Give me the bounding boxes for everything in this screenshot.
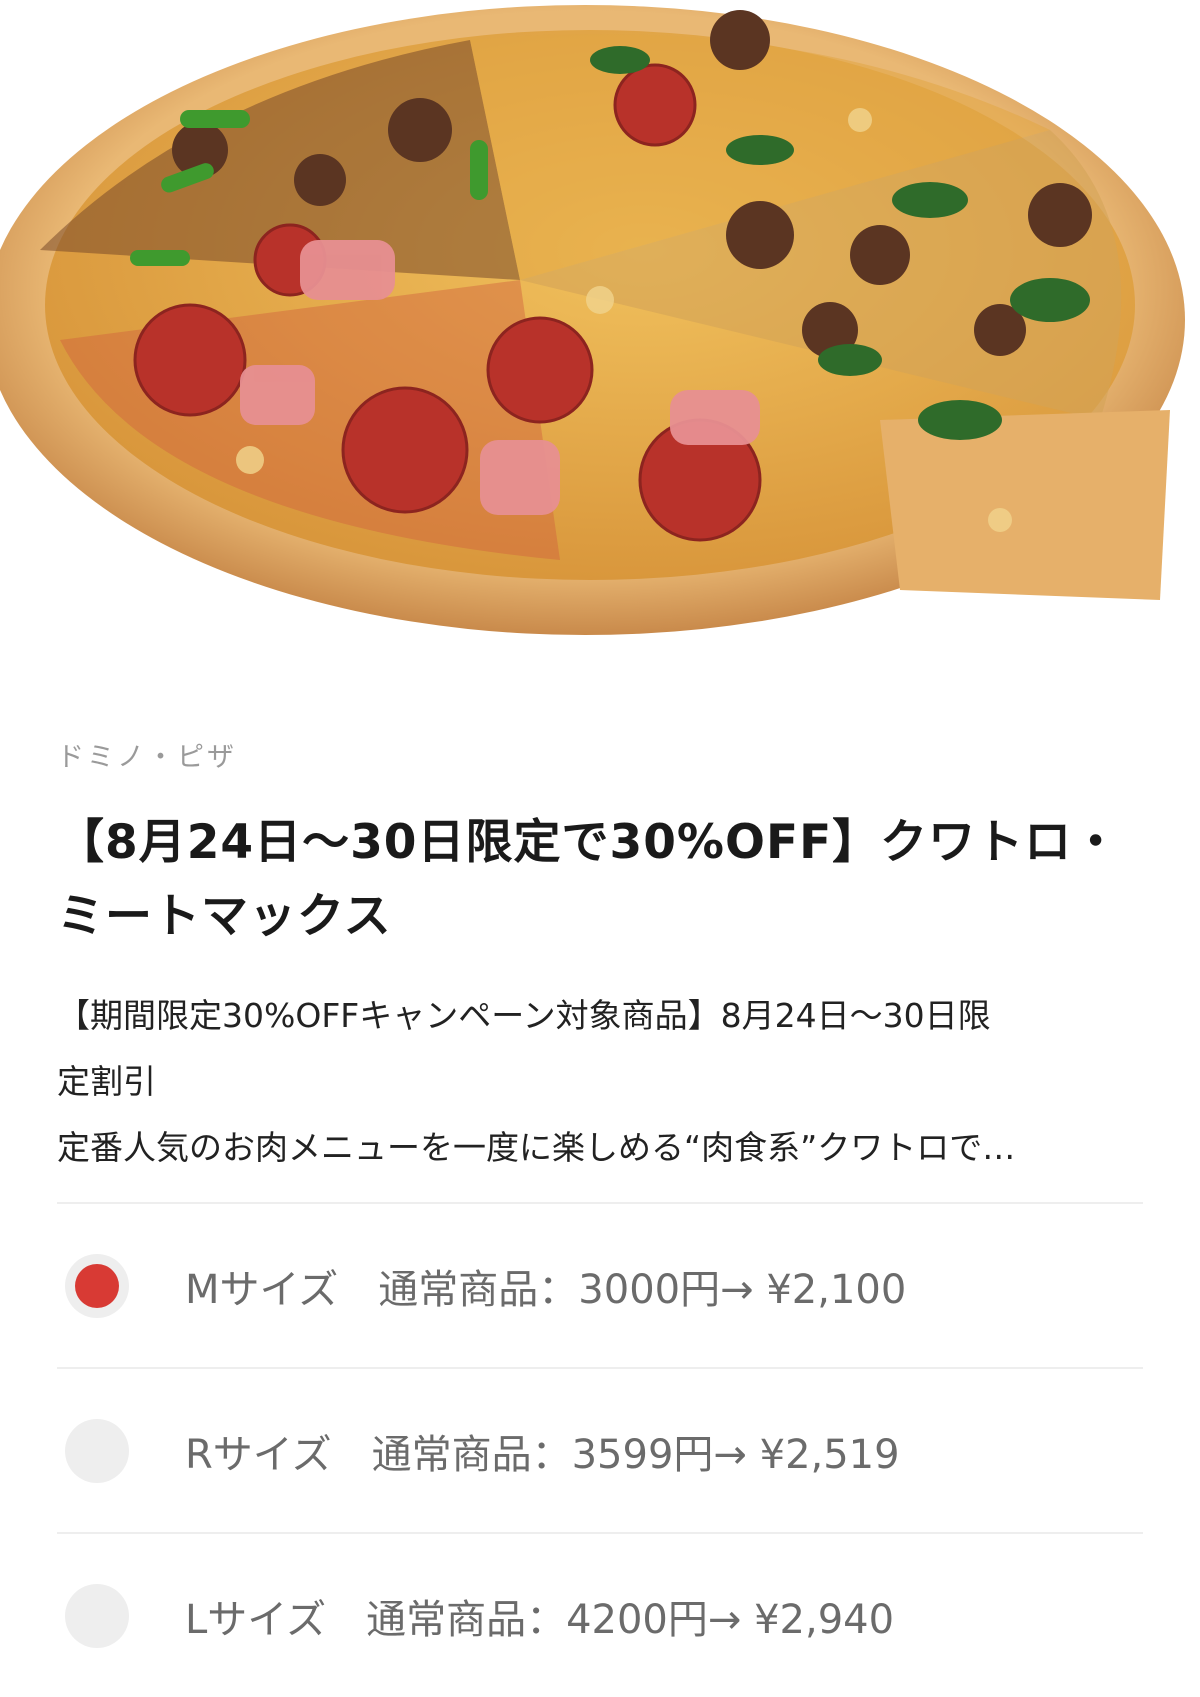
- product-image: [0, 0, 1200, 660]
- radio-selected-icon[interactable]: [65, 1253, 129, 1318]
- size-options: Mサイズ 通常商品：3000円→ ¥2,100 Rサイズ 通常商品：3599円→…: [57, 1204, 1143, 1697]
- size-option-label: Rサイズ 通常商品：3599円→ ¥2,519: [185, 1431, 900, 1478]
- description-line: 【期間限定30%OFFキャンペーン対象商品】8月24日〜30日限: [57, 996, 991, 1035]
- description-line: 定番人気のお肉メニューを一度に楽しめる“肉食系”クワトロで…: [57, 1128, 1016, 1167]
- radio-unselected-icon[interactable]: [65, 1583, 129, 1648]
- size-option-label: Lサイズ 通常商品：4200円→ ¥2,940: [185, 1596, 895, 1643]
- store-name[interactable]: ドミノ・ピザ: [57, 735, 237, 774]
- product-description: 【期間限定30%OFFキャンペーン対象商品】8月24日〜30日限 定割引 定番人…: [57, 983, 1147, 1181]
- size-option-m[interactable]: Mサイズ 通常商品：3000円→ ¥2,100: [57, 1204, 1143, 1369]
- radio-unselected-icon[interactable]: [65, 1418, 129, 1483]
- size-option-l[interactable]: Lサイズ 通常商品：4200円→ ¥2,940: [57, 1534, 1143, 1697]
- product-title: 【8月24日〜30日限定で30%OFF】クワトロ・ミートマックス: [57, 815, 1121, 944]
- description-line: 定割引: [57, 1062, 156, 1101]
- pizza-illustration: [0, 5, 1185, 635]
- size-option-r[interactable]: Rサイズ 通常商品：3599円→ ¥2,519: [57, 1369, 1143, 1534]
- size-option-label: Mサイズ 通常商品：3000円→ ¥2,100: [185, 1266, 907, 1313]
